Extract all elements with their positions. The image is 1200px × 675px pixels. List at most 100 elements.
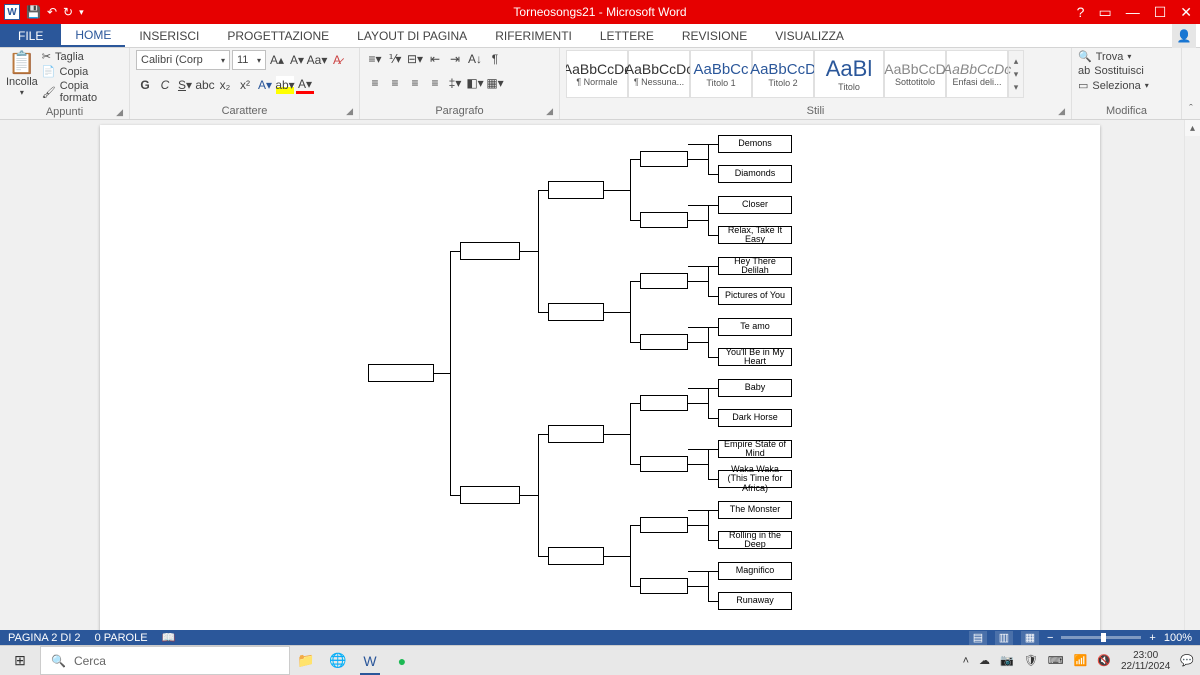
bracket-seed-9[interactable]: Dark Horse bbox=[718, 409, 792, 427]
qat-dropdown-icon[interactable]: ▾ bbox=[79, 7, 84, 18]
collapse-ribbon-icon[interactable]: ˆ bbox=[1182, 48, 1200, 119]
bracket-seed-13[interactable]: Rolling in the Deep bbox=[718, 531, 792, 549]
paste-label[interactable]: Incolla bbox=[6, 76, 38, 88]
bracket-qf-0[interactable] bbox=[640, 151, 688, 167]
vertical-scrollbar[interactable]: ▴ bbox=[1184, 120, 1200, 630]
sort-icon[interactable]: A↓ bbox=[466, 50, 484, 68]
bracket-seed-14[interactable]: Magnifico bbox=[718, 562, 792, 580]
highlight-icon[interactable]: ab▾ bbox=[276, 76, 294, 94]
taskbar-search[interactable]: 🔍 Cerca bbox=[40, 646, 290, 675]
bracket-qf-3[interactable] bbox=[640, 334, 688, 350]
bracket-seed-7[interactable]: You'll Be in My Heart bbox=[718, 348, 792, 366]
bracket-sf-1[interactable] bbox=[548, 303, 604, 321]
style-normal[interactable]: AaBbCcDc¶ Normale bbox=[566, 50, 628, 98]
styles-launcher-icon[interactable]: ◢ bbox=[1058, 106, 1065, 117]
bracket-seed-11[interactable]: Waka Waka (This Time for Africa) bbox=[718, 470, 792, 488]
wifi-icon[interactable]: 📶 bbox=[1074, 654, 1088, 667]
meet-now-icon[interactable]: 📷 bbox=[1000, 654, 1014, 667]
underline-icon[interactable]: S▾ bbox=[176, 76, 194, 94]
bracket-seed-6[interactable]: Te amo bbox=[718, 318, 792, 336]
bracket-sf-3[interactable] bbox=[548, 547, 604, 565]
clear-format-icon[interactable]: A̷ bbox=[328, 51, 346, 69]
tab-review[interactable]: REVISIONE bbox=[668, 24, 761, 47]
tab-file[interactable]: FILE bbox=[0, 24, 61, 47]
align-center-icon[interactable]: ≡ bbox=[386, 74, 404, 92]
style-title[interactable]: AaBlTitolo bbox=[814, 50, 884, 98]
bracket-seed-8[interactable]: Baby bbox=[718, 379, 792, 397]
web-layout-icon[interactable]: ▦ bbox=[1021, 631, 1039, 645]
style-subtitle[interactable]: AaBbCcDSottotitolo bbox=[884, 50, 946, 98]
bullets-icon[interactable]: ≡▾ bbox=[366, 50, 384, 68]
bracket-seed-1[interactable]: Diamonds bbox=[718, 165, 792, 183]
zoom-level[interactable]: 100% bbox=[1164, 632, 1192, 644]
read-mode-icon[interactable]: ▤ bbox=[969, 631, 987, 645]
shrink-font-icon[interactable]: A▾ bbox=[288, 51, 306, 69]
paste-icon[interactable]: 📋 bbox=[8, 50, 35, 76]
font-launcher-icon[interactable]: ◢ bbox=[346, 106, 353, 117]
zoom-out-icon[interactable]: − bbox=[1047, 632, 1053, 644]
borders-icon[interactable]: ▦▾ bbox=[486, 74, 504, 92]
maximize-icon[interactable]: ☐ bbox=[1154, 4, 1167, 21]
paragraph-launcher-icon[interactable]: ◢ bbox=[546, 106, 553, 117]
bracket-final-1[interactable] bbox=[460, 486, 520, 504]
indent-icon[interactable]: ⇥ bbox=[446, 50, 464, 68]
word-count[interactable]: 0 PAROLE bbox=[95, 632, 148, 644]
align-left-icon[interactable]: ≡ bbox=[366, 74, 384, 92]
help-icon[interactable]: ? bbox=[1077, 4, 1085, 20]
subscript-icon[interactable]: x₂ bbox=[216, 76, 234, 94]
bold-icon[interactable]: G bbox=[136, 76, 154, 94]
bracket-seed-10[interactable]: Empire State of Mind bbox=[718, 440, 792, 458]
bracket-sf-0[interactable] bbox=[548, 181, 604, 199]
print-layout-icon[interactable]: ▥ bbox=[995, 631, 1013, 645]
zoom-in-icon[interactable]: + bbox=[1149, 632, 1155, 644]
multilevel-icon[interactable]: ⊟▾ bbox=[406, 50, 424, 68]
numbering-icon[interactable]: ⅟▾ bbox=[386, 50, 404, 68]
outdent-icon[interactable]: ⇤ bbox=[426, 50, 444, 68]
copy-button[interactable]: 📄Copia bbox=[42, 65, 123, 78]
bracket-final-0[interactable] bbox=[460, 242, 520, 260]
format-painter-button[interactable]: 🖌Copia formato bbox=[42, 80, 123, 104]
scroll-up-icon[interactable]: ▴ bbox=[1185, 120, 1200, 136]
change-case-icon[interactable]: Aa▾ bbox=[308, 51, 326, 69]
bracket-sf-2[interactable] bbox=[548, 425, 604, 443]
undo-icon[interactable]: ↶ bbox=[47, 5, 57, 19]
style-heading1[interactable]: AaBbCcTitolo 1 bbox=[690, 50, 752, 98]
bracket-seed-12[interactable]: The Monster bbox=[718, 501, 792, 519]
shading-icon[interactable]: ◧▾ bbox=[466, 74, 484, 92]
replace-button[interactable]: abSostituisci bbox=[1078, 65, 1149, 77]
ribbon-options-icon[interactable]: ▭ bbox=[1098, 4, 1111, 21]
bracket-qf-5[interactable] bbox=[640, 456, 688, 472]
bracket-champion[interactable] bbox=[368, 364, 434, 382]
close-icon[interactable]: ✕ bbox=[1180, 4, 1192, 21]
bracket-qf-4[interactable] bbox=[640, 395, 688, 411]
align-right-icon[interactable]: ≡ bbox=[406, 74, 424, 92]
page[interactable]: DemonsDiamondsCloserRelax, Take It EasyH… bbox=[100, 125, 1100, 630]
security-icon[interactable]: 🛡 bbox=[1024, 654, 1038, 667]
italic-icon[interactable]: C bbox=[156, 76, 174, 94]
style-heading2[interactable]: AaBbCcDTitolo 2 bbox=[752, 50, 814, 98]
bracket-qf-1[interactable] bbox=[640, 212, 688, 228]
tab-references[interactable]: RIFERIMENTI bbox=[481, 24, 586, 47]
tab-view[interactable]: VISUALIZZA bbox=[761, 24, 858, 47]
style-nospacing[interactable]: AaBbCcDc¶ Nessuna... bbox=[628, 50, 690, 98]
cut-button[interactable]: ✂Taglia bbox=[42, 50, 123, 63]
bracket-seed-2[interactable]: Closer bbox=[718, 196, 792, 214]
find-button[interactable]: 🔍Trova▾ bbox=[1078, 50, 1149, 63]
bracket-seed-3[interactable]: Relax, Take It Easy bbox=[718, 226, 792, 244]
tab-design[interactable]: PROGETTAZIONE bbox=[213, 24, 343, 47]
font-color-icon[interactable]: A▾ bbox=[296, 76, 314, 94]
bracket-qf-6[interactable] bbox=[640, 517, 688, 533]
file-explorer-icon[interactable]: 📁 bbox=[292, 647, 320, 675]
bracket-seed-4[interactable]: Hey There Delilah bbox=[718, 257, 792, 275]
word-taskbar-icon[interactable]: W bbox=[356, 647, 384, 675]
line-spacing-icon[interactable]: ‡▾ bbox=[446, 74, 464, 92]
start-button[interactable]: ⊞ bbox=[0, 646, 40, 675]
minimize-icon[interactable]: — bbox=[1126, 4, 1140, 20]
zoom-slider[interactable] bbox=[1061, 636, 1141, 639]
tab-insert[interactable]: INSERISCI bbox=[125, 24, 213, 47]
chrome-icon[interactable]: 🌐 bbox=[324, 647, 352, 675]
tray-chevron-icon[interactable]: ˄ bbox=[963, 655, 969, 667]
bracket-seed-15[interactable]: Runaway bbox=[718, 592, 792, 610]
page-indicator[interactable]: PAGINA 2 DI 2 bbox=[8, 632, 81, 644]
save-icon[interactable]: 💾 bbox=[26, 5, 41, 19]
